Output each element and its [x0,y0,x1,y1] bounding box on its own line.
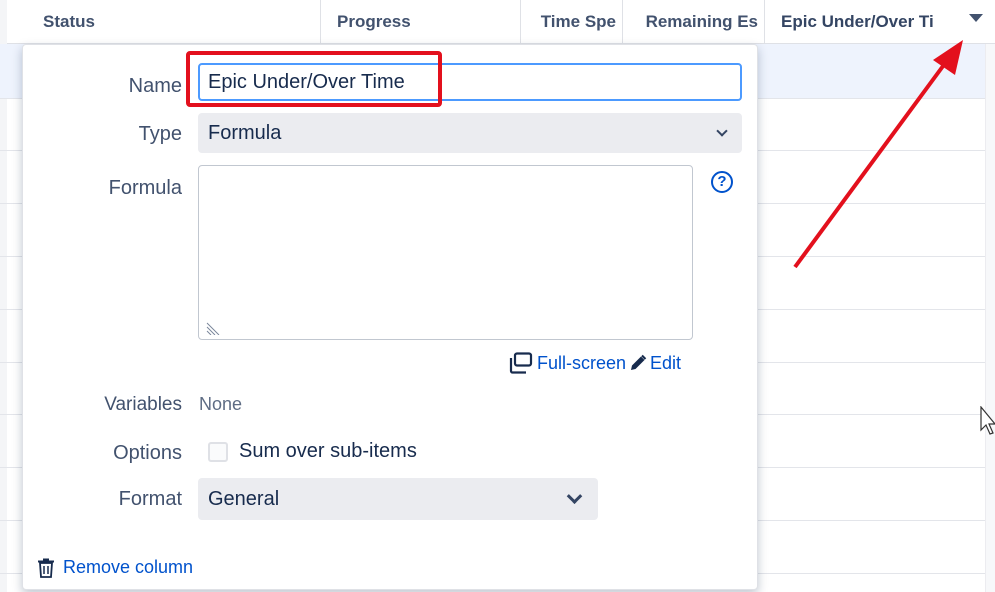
sum-over-subitems-label[interactable]: Sum over sub-items [239,440,417,463]
options-label: Options [113,442,182,464]
remove-column-action[interactable]: Remove column [37,557,193,578]
format-select-value: General [208,488,280,510]
mouse-cursor-icon [980,406,995,435]
edit-link[interactable]: Edit [650,353,681,374]
column-header-remaining-estimate[interactable]: Remaining Es [623,0,765,44]
column-header-time-spent[interactable]: Time Spe [521,0,623,44]
scrollbar-track[interactable] [985,0,995,592]
column-header-epic-under-over[interactable]: Epic Under/Over Ti [765,0,995,44]
window-icon[interactable] [509,352,533,374]
variables-label: Variables [104,394,182,415]
table-header: Status Progress Time Spe Remaining Es Ep… [7,0,995,44]
trash-icon [38,558,54,578]
variables-value: None [199,394,243,414]
type-select[interactable]: Formula [198,113,742,153]
column-header-status[interactable]: Status [33,0,321,44]
fullscreen-link[interactable]: Full-screen [537,353,626,374]
column-header-progress[interactable]: Progress [321,0,521,44]
question-circle-icon[interactable]: ? [711,171,733,193]
pencil-icon[interactable] [629,354,647,372]
annotation-highlight-box [186,51,442,107]
caret-down-icon[interactable] [969,14,983,22]
format-label: Format [118,488,182,510]
column-settings-panel: Name Epic Under/Over Time Type Formula F… [22,44,758,590]
type-select-value: Formula [208,122,282,144]
resize-grip-icon[interactable] [205,317,223,335]
type-label: Type [138,123,182,145]
name-label: Name [128,75,182,97]
column-header-label: Epic Under/Over Ti [781,12,934,31]
formula-textarea[interactable] [198,165,693,340]
sum-over-subitems-checkbox[interactable] [208,442,228,462]
format-select[interactable]: General [198,478,598,520]
remove-column-link[interactable]: Remove column [63,557,193,578]
chevron-down-icon [566,488,583,505]
formula-label: Formula [108,177,182,199]
formula-actions: Full-screen Edit [509,351,681,375]
chevron-down-icon [716,125,728,137]
